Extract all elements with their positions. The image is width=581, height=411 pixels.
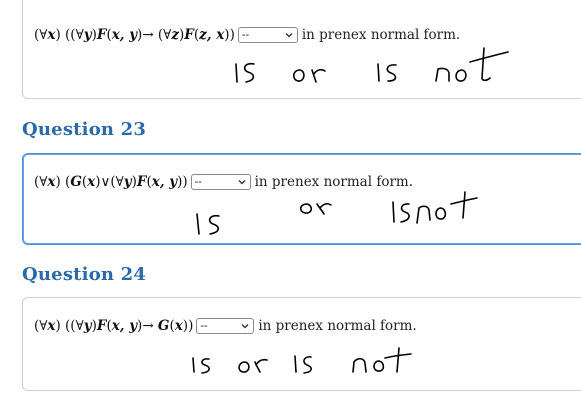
question-card-23: (∀x) (G(x)∨(∀y)F(x, y)) -- in prenex nor…	[22, 153, 581, 245]
answer-select[interactable]: --	[190, 174, 251, 190]
prompt-suffix: in prenex normal form.	[254, 174, 413, 190]
chevron-down-icon	[241, 324, 249, 329]
answer-select[interactable]: --	[196, 318, 255, 334]
question-card-22: (∀x) ((∀y)F(x, y)→ (∀z)F(z, x)) -- in pr…	[22, 0, 581, 99]
question-heading: Question 24	[22, 264, 147, 285]
handwritten-annotation	[196, 191, 478, 235]
quiz-page: (∀x) ((∀y)F(x, y)→ (∀z)F(z, x)) -- in pr…	[0, 0, 581, 411]
chevron-down-icon	[238, 180, 246, 185]
select-value: --	[200, 320, 208, 332]
formula: (∀x) ((∀y)F(x, y)→ G(x))	[34, 318, 194, 334]
select-value: --	[194, 176, 202, 188]
handwritten-annotation	[192, 347, 412, 374]
question-card-24: (∀x) ((∀y)F(x, y)→ G(x)) -- in prenex no…	[22, 297, 581, 391]
question-heading: Question 23	[22, 119, 147, 140]
question-prompt: (∀x) ((∀y)F(x, y)→ G(x)) -- in prenex no…	[34, 318, 417, 334]
prompt-suffix: in prenex normal form.	[258, 318, 417, 334]
formula: (∀x) (G(x)∨(∀y)F(x, y))	[34, 174, 188, 190]
question-prompt: (∀x) (G(x)∨(∀y)F(x, y)) -- in prenex nor…	[34, 174, 413, 190]
formula: (∀x) ((∀y)F(x, y)→ (∀z)F(z, x))	[34, 27, 235, 43]
handwritten-annotation	[235, 47, 509, 83]
